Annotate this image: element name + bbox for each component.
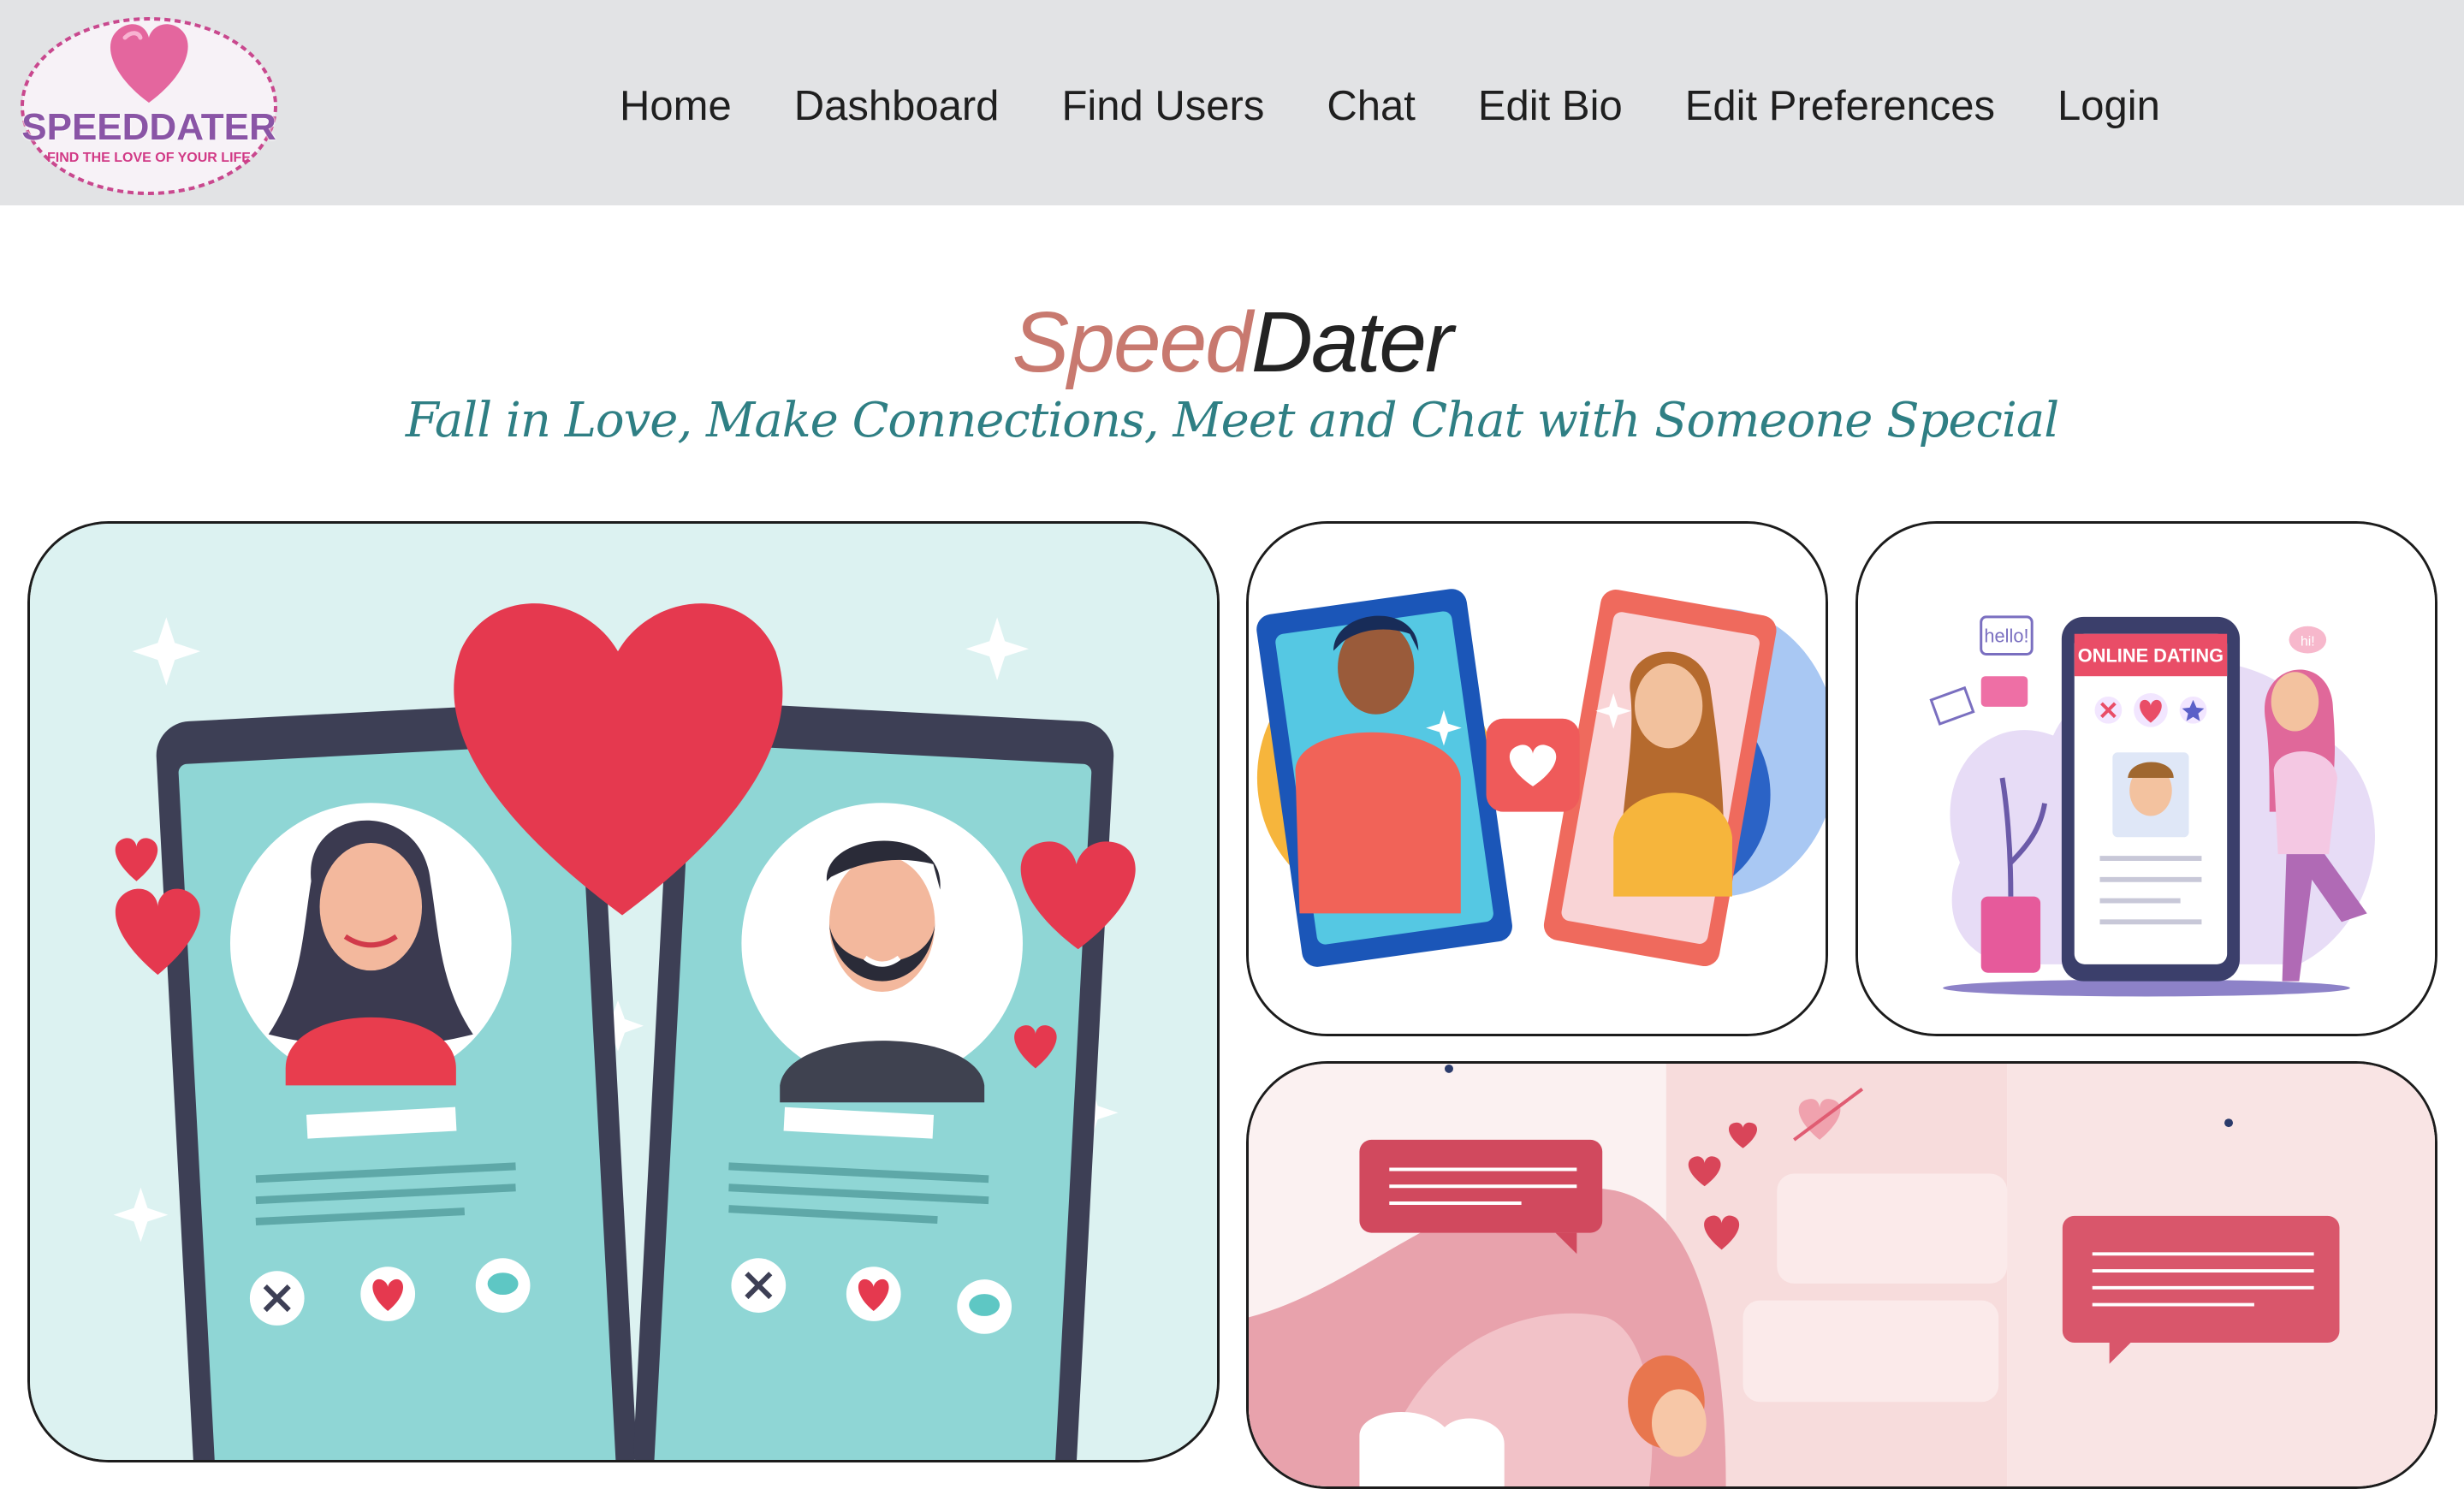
- nav-dashboard[interactable]: Dashboard: [794, 80, 1000, 132]
- logo-brand-text: SPEEDDATER: [21, 106, 276, 148]
- nav-chat[interactable]: Chat: [1327, 80, 1416, 132]
- nav-edit-bio[interactable]: Edit Bio: [1478, 80, 1623, 132]
- logo-tagline: FIND THE LOVE OF YOUR LIFE: [47, 151, 251, 165]
- chat-messages-image: [1249, 1064, 2435, 1486]
- navbar: SPEEDDATER FIND THE LOVE OF YOUR LIFE Ho…: [0, 0, 2464, 205]
- online-dating-label: ONLINE DATING: [2078, 644, 2224, 666]
- hello-bubble-text: hello!: [1984, 626, 2028, 647]
- online-dating-image: ONLINE DATING hello! hi!: [1858, 524, 2435, 1034]
- hero-title: SpeedDater: [0, 291, 2464, 394]
- nav-login[interactable]: Login: [2057, 80, 2160, 132]
- nav-find-users[interactable]: Find Users: [1061, 80, 1264, 132]
- video-chat-image: [1249, 524, 1826, 1034]
- nav-menu: Home Dashboard Find Users Chat Edit Bio …: [620, 80, 2160, 132]
- hero-subtitle: Fall in Love, Make Connections, Meet and…: [405, 393, 2059, 448]
- main-dating-illustration: [27, 521, 1220, 1462]
- hi-bubble-text: hi!: [2301, 635, 2315, 650]
- nav-home[interactable]: Home: [620, 80, 732, 132]
- hero-title-speed: Speed: [1012, 294, 1253, 390]
- chat-bubble-right: [2062, 1215, 2340, 1364]
- video-chat-illustration: [1246, 521, 1828, 1036]
- hero-title-dater: Dater: [1250, 294, 1454, 390]
- chat-messages-illustration: [1246, 1061, 2437, 1489]
- speeddater-logo[interactable]: SPEEDDATER FIND THE LOVE OF YOUR LIFE: [17, 7, 281, 197]
- online-dating-illustration: ONLINE DATING hello! hi!: [1855, 521, 2437, 1036]
- matching-phones-image: [30, 524, 1217, 1460]
- logo-graphic: [21, 17, 277, 195]
- nav-edit-preferences[interactable]: Edit Preferences: [1685, 80, 1995, 132]
